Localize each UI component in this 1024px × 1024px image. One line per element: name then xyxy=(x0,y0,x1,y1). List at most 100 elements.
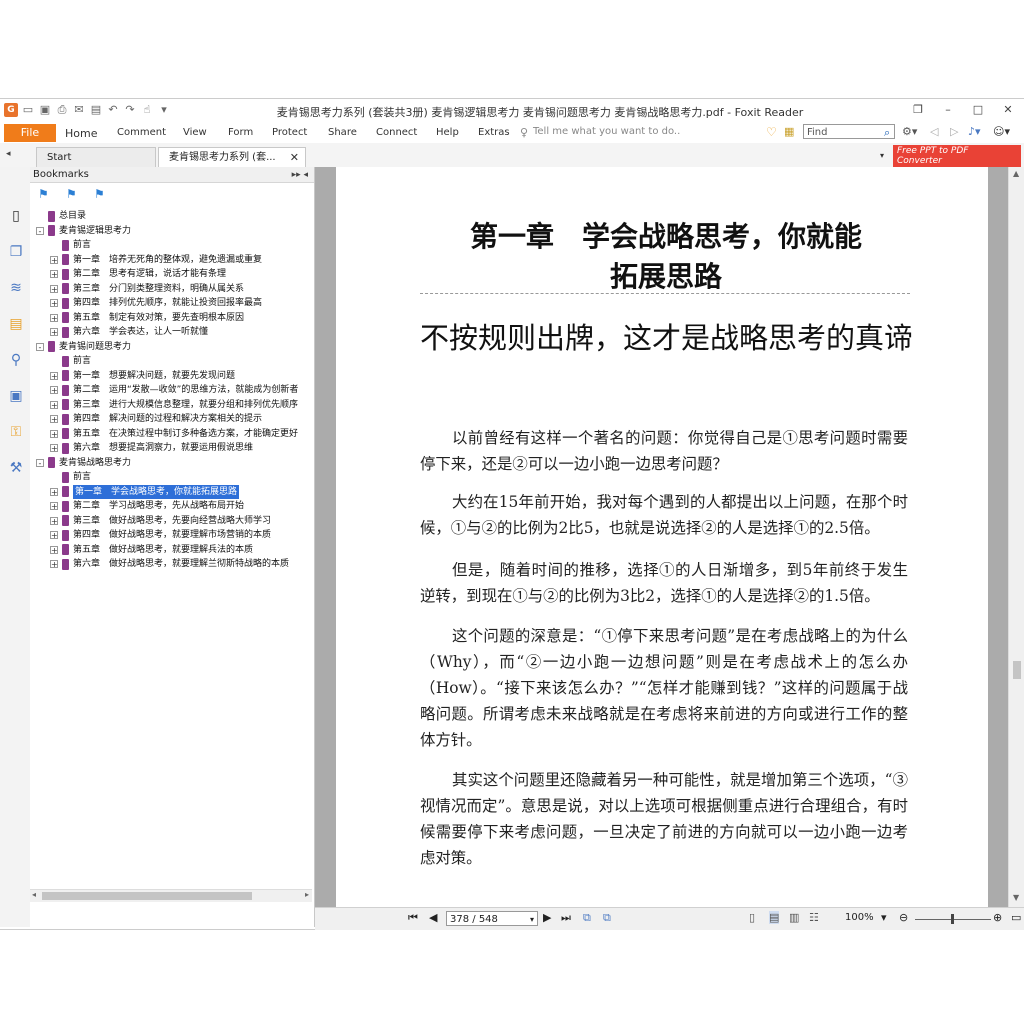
expand-icon[interactable]: + xyxy=(50,255,58,264)
find-input[interactable]: Find xyxy=(803,124,895,139)
panel-collapse-icon[interactable]: ▸▸ ◂ xyxy=(292,167,308,183)
copy-view-icon[interactable]: ⧉ xyxy=(583,911,591,925)
tell-me-input[interactable]: Tell me what you want to do.. xyxy=(533,126,680,137)
tab-share[interactable]: Share xyxy=(328,127,357,138)
page-dropdown-icon[interactable]: ▾ xyxy=(530,912,534,927)
bookmark-item[interactable]: + 第五章 制定有效对策，要先查明根本原因 xyxy=(50,311,244,325)
delete-bookmark-icon[interactable]: ⚑ xyxy=(94,187,108,201)
tab-file[interactable]: File xyxy=(4,124,56,142)
bookmark-item[interactable]: + 第二章 学习战略思考，先从战略布局开始 xyxy=(50,499,244,513)
tab-comment[interactable]: Comment xyxy=(117,127,166,138)
expand-icon[interactable]: + xyxy=(50,313,58,322)
expand-icon[interactable]: + xyxy=(50,444,58,453)
tab-view[interactable]: View xyxy=(183,127,207,138)
expand-icon[interactable]: + xyxy=(50,400,58,409)
tab-home[interactable]: Home xyxy=(65,127,97,140)
bookmark-item[interactable]: + 第二章 运用“发散—收敛”的思维方法，就能成为创新者 xyxy=(50,383,298,397)
previous-page-icon[interactable]: ◀ xyxy=(429,911,437,924)
notification-bell-icon[interactable]: ♪▾ xyxy=(968,125,981,138)
layers-panel-icon[interactable]: ≋ xyxy=(7,279,25,297)
scroll-up-icon[interactable]: ▲ xyxy=(1013,169,1019,178)
bookmark-item[interactable]: - 麦肯锡逻辑思考力 xyxy=(36,224,131,238)
document-vertical-scrollbar[interactable]: ▲ ▼ xyxy=(1008,167,1024,907)
scroll-left-icon[interactable]: ◂ xyxy=(32,890,36,899)
promo-banner[interactable]: Free PPT to PDF Converter xyxy=(893,145,1021,167)
bookmark-item[interactable]: 前言 xyxy=(50,354,91,368)
attachments-icon[interactable]: ⚲ xyxy=(7,351,25,369)
bookmark-item[interactable]: + 第三章 进行大规模信息整理，就要分组和排列优先顺序 xyxy=(50,398,298,412)
tab-help[interactable]: Help xyxy=(436,127,459,138)
next-page-icon[interactable]: ▶ xyxy=(543,911,551,924)
scroll-thumb[interactable] xyxy=(42,892,252,900)
expand-icon[interactable]: + xyxy=(50,545,58,554)
tab-extras[interactable]: Extras xyxy=(478,127,510,138)
bookmark-item[interactable]: + 第三章 做好战略思考，先要向经营战略大师学习 xyxy=(50,514,271,528)
security-lock-icon[interactable]: ⚿ xyxy=(7,423,25,441)
settings-icon[interactable]: ⚙▾ xyxy=(902,125,917,138)
page-number-input[interactable]: 378 / 548 ▾ xyxy=(446,911,538,926)
find-folder-icon[interactable]: ▦ xyxy=(784,125,794,138)
scroll-right-icon[interactable]: ▸ xyxy=(305,890,309,899)
bookmark-item[interactable]: - 麦肯锡问题思考力 xyxy=(36,340,131,354)
content-tool-icon[interactable]: ⚒ xyxy=(7,459,25,477)
account-icon[interactable]: ☺▾ xyxy=(993,125,1010,138)
back-icon[interactable]: ◁ xyxy=(930,125,938,138)
bookmark-item[interactable]: + 第三章 分门别类整理资料，明确从属关系 xyxy=(50,282,244,296)
redo-icon[interactable]: ↷ xyxy=(123,103,137,117)
bookmark-item[interactable]: + 第六章 做好战略思考，就要理解兰彻斯特战略的本质 xyxy=(50,557,289,571)
expand-icon[interactable]: + xyxy=(50,270,58,279)
single-page-icon[interactable]: ▯ xyxy=(749,911,755,924)
bookmark-item[interactable]: + 第一章 学会战略思考，你就能拓展思路 xyxy=(50,484,240,499)
tab-protect[interactable]: Protect xyxy=(272,127,307,138)
collapse-icon[interactable]: - xyxy=(36,342,44,351)
expand-icon[interactable]: + xyxy=(50,502,58,511)
customize-dropdown-icon[interactable]: ▾ xyxy=(157,103,171,117)
bookmark-item[interactable]: - 麦肯锡战略思考力 xyxy=(36,456,131,470)
bookmark-item[interactable]: + 第二章 思考有逻辑，说话才能有条理 xyxy=(50,267,226,281)
bookmark-item[interactable]: 前言 xyxy=(50,470,91,484)
bookmark-item[interactable]: + 第六章 想要提高洞察力，就要运用假说思维 xyxy=(50,441,253,455)
bookmark-item[interactable]: + 第四章 排列优先顺序，就能让投资回报率最高 xyxy=(50,296,262,310)
zoom-level[interactable]: 100% xyxy=(845,912,874,923)
pages-panel-icon[interactable]: ❐ xyxy=(7,243,25,261)
document-viewport[interactable]: 第一章 学会战略思考，你就能 拓展思路 不按规则出牌，这才是战略思考的真谛 以前… xyxy=(315,167,1008,907)
expand-icon[interactable]: + xyxy=(50,371,58,380)
scroll-down-icon[interactable]: ▼ xyxy=(1013,893,1019,902)
tab-scroll-left-icon[interactable]: ◂ xyxy=(6,149,11,159)
expand-icon[interactable]: + xyxy=(50,429,58,438)
undo-icon[interactable]: ↶ xyxy=(106,103,120,117)
open-icon[interactable]: ▭ xyxy=(21,103,35,117)
tab-form[interactable]: Form xyxy=(228,127,253,138)
facing-page-icon[interactable]: ▥ xyxy=(789,911,799,924)
expand-icon[interactable]: + xyxy=(50,516,58,525)
signature-panel-icon[interactable]: ▣ xyxy=(7,387,25,405)
collapse-icon[interactable]: - xyxy=(36,458,44,467)
expand-icon[interactable]: + xyxy=(50,560,58,569)
search-icon[interactable]: ⌕ xyxy=(884,126,890,140)
expand-icon[interactable]: + xyxy=(50,386,58,395)
forward-icon[interactable]: ▷ xyxy=(950,125,958,138)
bookmark-item[interactable]: 总目录 xyxy=(36,209,86,223)
bookmark-item[interactable]: + 第四章 做好战略思考，就要理解市场营销的本质 xyxy=(50,528,271,542)
bookmark-item[interactable]: + 第一章 想要解决问题，就要先发现问题 xyxy=(50,369,235,383)
add-bookmark-icon[interactable]: ⚑ xyxy=(66,187,80,201)
tab-current-document[interactable]: 麦肯锡思考力系列 (套... ✕ xyxy=(158,147,306,167)
minimize-icon[interactable]: – xyxy=(938,101,958,119)
bookmark-item[interactable]: + 第五章 在决策过程中制订多种备选方案，才能确定更好 xyxy=(50,427,298,441)
bookmark-item[interactable]: + 第六章 学会表达，让人一听就懂 xyxy=(50,325,208,339)
zoom-dropdown-icon[interactable]: ▾ xyxy=(881,911,887,924)
email-icon[interactable]: ✉ xyxy=(72,103,86,117)
collapse-icon[interactable]: - xyxy=(36,226,44,235)
expand-icon[interactable]: + xyxy=(50,284,58,293)
fit-page-icon[interactable]: ▭ xyxy=(1011,911,1021,924)
expand-icon[interactable]: + xyxy=(50,531,58,540)
scroll-thumb[interactable] xyxy=(1013,661,1021,679)
tab-connect[interactable]: Connect xyxy=(376,127,417,138)
bookmark-item[interactable]: 前言 xyxy=(50,238,91,252)
zoom-slider-handle[interactable] xyxy=(951,914,954,924)
new-icon[interactable]: ▤ xyxy=(89,103,103,117)
continuous-page-icon[interactable]: ▤ xyxy=(769,911,780,924)
expand-bookmark-icon[interactable]: ⚑ xyxy=(38,187,52,201)
bookmark-panel-icon[interactable]: ▯ xyxy=(7,207,25,225)
comments-panel-icon[interactable]: ▤ xyxy=(7,315,25,333)
